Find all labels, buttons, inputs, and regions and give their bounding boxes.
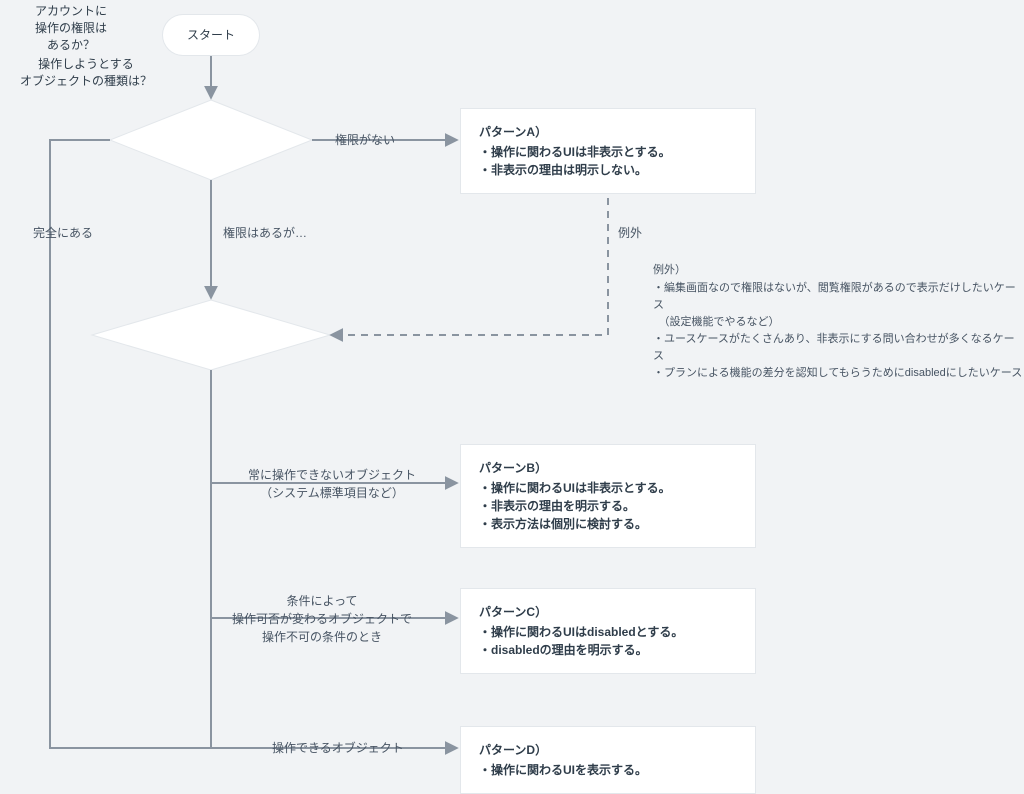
edge-conditional-l3: 操作不可の条件のとき [232, 628, 412, 646]
pattern-c-b2: ・disabledの理由を明示する。 [479, 641, 737, 659]
edge-always-unop: 常に操作できないオブジェクト （システム標準項目など） [248, 466, 416, 502]
edge-no-permission: 権限がない [335, 131, 395, 149]
edge-always-unop-l1: 常に操作できないオブジェクト [248, 466, 416, 484]
pattern-a-title: パターンA） [479, 123, 737, 141]
edge-fully-has: 完全にある [33, 224, 93, 242]
edge-has-permission-but: 権限はあるが… [223, 224, 307, 242]
edge-always-unop-l2: （システム標準項目など） [248, 484, 416, 502]
flowchart-canvas: スタート アカウントに 操作の権限は あるか？ 操作しようとする オブジェクトの… [0, 0, 1024, 785]
pattern-a-box: パターンA） ・操作に関わるUIは非表示とする。 ・非表示の理由は明示しない。 [460, 108, 756, 194]
exception-l1: ・編集画面なので権限はないが、閲覧権限があるので表示だけしたいケース [653, 280, 1023, 314]
pattern-c-title: パターンC） [479, 603, 737, 621]
pattern-c-b1: ・操作に関わるUIはdisabledとする。 [479, 623, 737, 641]
pattern-b-title: パターンB） [479, 459, 737, 477]
edge-conditional-l2: 操作可否が変わるオブジェクトで [232, 610, 412, 628]
edge-operable: 操作できるオブジェクト [272, 739, 404, 757]
edge-conditional-l1: 条件によって [232, 592, 412, 610]
exception-l4: ・プランによる機能の差分を認知してもらうためにdisabledにしたいケース [653, 365, 1023, 382]
edge-exception: 例外 [618, 224, 642, 242]
pattern-d-title: パターンD） [479, 741, 737, 759]
pattern-b-box: パターンB） ・操作に関わるUIは非表示とする。 ・非表示の理由を明示する。 ・… [460, 444, 756, 548]
pattern-c-box: パターンC） ・操作に関わるUIはdisabledとする。 ・disabledの… [460, 588, 756, 674]
pattern-b-b3: ・表示方法は個別に検討する。 [479, 515, 737, 533]
pattern-d-box: パターンD） ・操作に関わるUIを表示する。 [460, 726, 756, 794]
exception-l3: ・ユースケースがたくさんあり、非表示にする問い合わせが多くなるケース [653, 331, 1023, 365]
pattern-d-b1: ・操作に関わるUIを表示する。 [479, 761, 737, 779]
exception-title: 例外） [653, 262, 1023, 279]
pattern-b-b1: ・操作に関わるUIは非表示とする。 [479, 479, 737, 497]
exception-l2: （設定機能でやるなど） [653, 314, 1023, 331]
pattern-a-b1: ・操作に関わるUIは非表示とする。 [479, 143, 737, 161]
start-node: スタート [163, 15, 259, 55]
edge-conditional: 条件によって 操作可否が変わるオブジェクトで 操作不可の条件のとき [232, 592, 412, 646]
pattern-a-b2: ・非表示の理由は明示しない。 [479, 161, 737, 179]
pattern-b-b2: ・非表示の理由を明示する。 [479, 497, 737, 515]
exception-annotation: 例外） ・編集画面なので権限はないが、閲覧権限があるので表示だけしたいケース （… [653, 262, 1023, 382]
start-label: スタート [187, 26, 235, 44]
